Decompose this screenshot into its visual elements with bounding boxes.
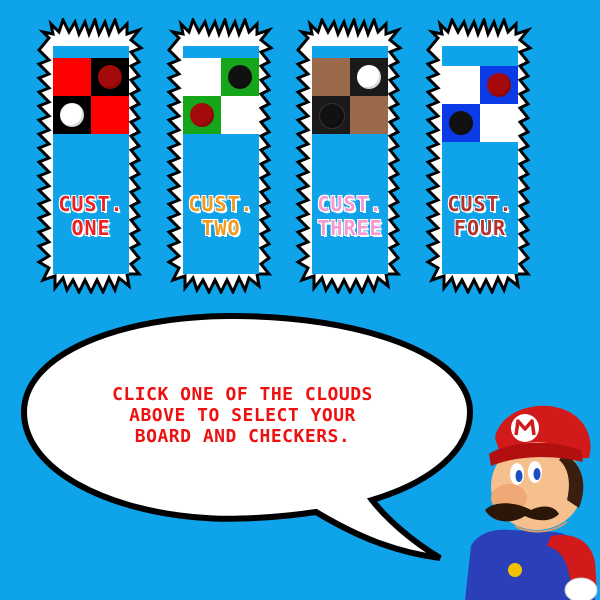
card-label-line2: FOUR bbox=[453, 216, 507, 240]
white-checker bbox=[60, 103, 84, 127]
board-preview bbox=[442, 66, 518, 142]
card-label: CUST. TWO bbox=[165, 192, 277, 240]
card-label-line2: ONE bbox=[71, 216, 111, 240]
card-label-line1: CUST. bbox=[447, 192, 513, 216]
instruction-line: BOARD AND CHECKERS. bbox=[134, 426, 351, 447]
board-square bbox=[91, 96, 129, 134]
board-square bbox=[350, 58, 388, 96]
cloud-option-cust-four[interactable]: CUST. FOUR bbox=[424, 18, 536, 294]
cloud-option-cust-three[interactable]: CUST. THREE bbox=[294, 18, 406, 294]
board-square bbox=[221, 58, 259, 96]
card-label-line1: CUST. bbox=[58, 192, 124, 216]
cloud-option-cust-one[interactable]: CUST. ONE bbox=[35, 18, 147, 294]
card-label-line1: CUST. bbox=[317, 192, 383, 216]
customization-screen: CUST. ONE CUST. TWO CUST. THREE CUST. FO… bbox=[0, 0, 600, 600]
card-label: CUST. ONE bbox=[35, 192, 147, 240]
card-label-line2: THREE bbox=[317, 216, 383, 240]
board-square bbox=[91, 58, 129, 96]
pupil-icon bbox=[515, 470, 523, 482]
board-square bbox=[53, 58, 91, 96]
board-square bbox=[442, 66, 480, 104]
board-preview bbox=[312, 58, 388, 134]
white-checker bbox=[357, 65, 381, 89]
board-square bbox=[183, 58, 221, 96]
board-square bbox=[312, 58, 350, 96]
board-square bbox=[312, 96, 350, 134]
instruction-line: ABOVE TO SELECT YOUR bbox=[129, 405, 356, 426]
pupil-icon bbox=[533, 468, 541, 480]
dark-red-checker bbox=[487, 73, 511, 97]
card-label: CUST. THREE bbox=[294, 192, 406, 240]
black-checker bbox=[449, 111, 473, 135]
dark-red-checker bbox=[98, 65, 122, 89]
instruction-text: CLICK ONE OF THE CLOUDS ABOVE TO SELECT … bbox=[60, 384, 425, 447]
cloud-option-cust-two[interactable]: CUST. TWO bbox=[165, 18, 277, 294]
card-label-line2: TWO bbox=[201, 216, 241, 240]
board-square bbox=[53, 96, 91, 134]
board-square bbox=[221, 96, 259, 134]
board-square bbox=[480, 104, 518, 142]
black-checker bbox=[228, 65, 252, 89]
board-preview bbox=[53, 58, 129, 134]
overall-button-icon bbox=[508, 563, 522, 577]
glove-icon bbox=[564, 577, 598, 600]
board-preview bbox=[183, 58, 259, 134]
board-square bbox=[183, 96, 221, 134]
card-label-line1: CUST. bbox=[188, 192, 254, 216]
card-label: CUST. FOUR bbox=[424, 192, 536, 240]
black-checker bbox=[319, 103, 345, 129]
board-square bbox=[442, 104, 480, 142]
board-square bbox=[350, 96, 388, 134]
board-square bbox=[480, 66, 518, 104]
mario-character bbox=[465, 405, 598, 600]
instruction-line: CLICK ONE OF THE CLOUDS bbox=[112, 384, 373, 405]
cloud-frame bbox=[425, 18, 533, 294]
dark-red-checker bbox=[190, 103, 214, 127]
